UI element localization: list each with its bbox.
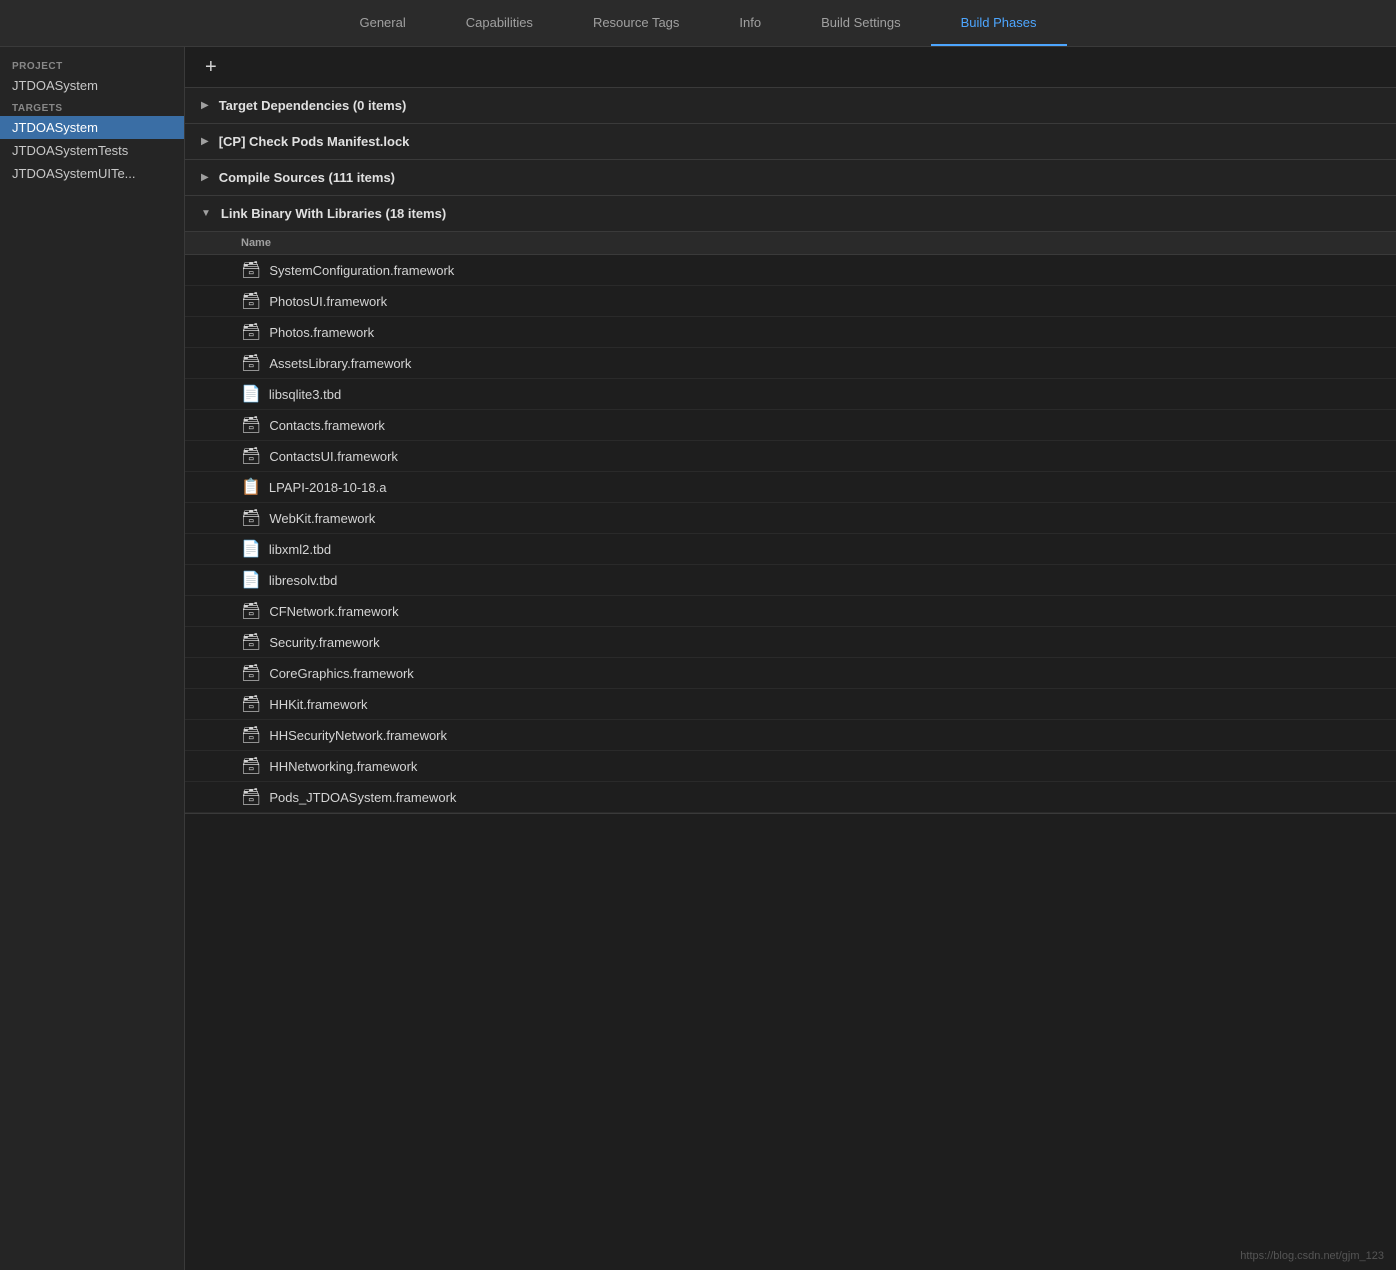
library-table-header: Name — [185, 231, 1396, 255]
library-row[interactable]: 🗃 SystemConfiguration.framework — [185, 255, 1396, 286]
sidebar: PROJECT JTDOASystem TARGETS JTDOASystemJ… — [0, 47, 185, 1270]
sidebar-item-jtdoasystem[interactable]: JTDOASystem — [0, 116, 184, 139]
framework-icon: 🗃 — [241, 725, 261, 745]
phase-section-compile-sources: ▶ Compile Sources (111 items) — [185, 160, 1396, 196]
framework-name: WebKit.framework — [269, 511, 375, 526]
library-row[interactable]: 🗃 HHNetworking.framework — [185, 751, 1396, 782]
framework-name: AssetsLibrary.framework — [269, 356, 411, 371]
tab-build-phases[interactable]: Build Phases — [931, 0, 1067, 46]
framework-name: libxml2.tbd — [269, 542, 331, 557]
library-section: Name 🗃 SystemConfiguration.framework 🗃 Photo… — [185, 231, 1396, 813]
framework-name: Photos.framework — [269, 325, 374, 340]
phase-title-compile-sources: Compile Sources (111 items) — [219, 170, 395, 185]
framework-icon: 🗃 — [241, 601, 261, 621]
tab-capabilities[interactable]: Capabilities — [436, 0, 563, 46]
framework-icon: 🗃 — [241, 353, 261, 373]
framework-icon: 🗃 — [241, 663, 261, 683]
framework-icon: 📄 — [241, 384, 261, 404]
framework-name: LPAPI-2018-10-18.a — [269, 480, 387, 495]
phase-arrow-compile-sources: ▶ — [201, 172, 209, 183]
library-row[interactable]: 🗃 ContactsUI.framework — [185, 441, 1396, 472]
library-row[interactable]: 🗃 HHKit.framework — [185, 689, 1396, 720]
library-row[interactable]: 🗃 CoreGraphics.framework — [185, 658, 1396, 689]
framework-icon: 🗃 — [241, 787, 261, 807]
library-row[interactable]: 🗃 CFNetwork.framework — [185, 596, 1396, 627]
framework-icon: 🗃 — [241, 756, 261, 776]
phase-title-link-binary: Link Binary With Libraries (18 items) — [221, 206, 446, 221]
library-row[interactable]: 🗃 Security.framework — [185, 627, 1396, 658]
framework-icon: 📋 — [241, 477, 261, 497]
framework-icon: 🗃 — [241, 415, 261, 435]
framework-name: HHKit.framework — [269, 697, 367, 712]
phases-container: ▶ Target Dependencies (0 items) ▶ [CP] Chec… — [185, 88, 1396, 814]
phase-section-target-dependencies: ▶ Target Dependencies (0 items) — [185, 88, 1396, 124]
content-area: + ▶ Target Dependencies (0 items) ▶ [CP] Ch… — [185, 47, 1396, 1270]
sidebar-item-jtdoasystemuite---[interactable]: JTDOASystemUITe... — [0, 162, 184, 185]
library-row[interactable]: 🗃 Pods_JTDOASystem.framework — [185, 782, 1396, 813]
framework-icon: 🗃 — [241, 446, 261, 466]
library-row[interactable]: 🗃 AssetsLibrary.framework — [185, 348, 1396, 379]
framework-icon: 📄 — [241, 570, 261, 590]
framework-icon: 🗃 — [241, 508, 261, 528]
project-section-label: PROJECT — [0, 55, 184, 74]
phase-section-link-binary: ▼ Link Binary With Libraries (18 items) Na… — [185, 196, 1396, 814]
framework-name: CFNetwork.framework — [269, 604, 398, 619]
library-row[interactable]: 🗃 Contacts.framework — [185, 410, 1396, 441]
framework-icon: 🗃 — [241, 291, 261, 311]
library-row[interactable]: 🗃 PhotosUI.framework — [185, 286, 1396, 317]
tab-info[interactable]: Info — [709, 0, 791, 46]
framework-icon: 🗃 — [241, 260, 261, 280]
framework-name: ContactsUI.framework — [269, 449, 398, 464]
framework-name: HHNetworking.framework — [269, 759, 417, 774]
phase-section-check-pods: ▶ [CP] Check Pods Manifest.lock — [185, 124, 1396, 160]
framework-name: PhotosUI.framework — [269, 294, 387, 309]
sidebar-item-jtdoasystemtests[interactable]: JTDOASystemTests — [0, 139, 184, 162]
library-row[interactable]: 📄 libsqlite3.tbd — [185, 379, 1396, 410]
library-row[interactable]: 🗃 Photos.framework — [185, 317, 1396, 348]
watermark: https://blog.csdn.net/gjm_123 — [1240, 1250, 1384, 1262]
framework-name: Contacts.framework — [269, 418, 385, 433]
library-row[interactable]: 📋 LPAPI-2018-10-18.a — [185, 472, 1396, 503]
framework-icon: 🗃 — [241, 632, 261, 652]
framework-icon: 🗃 — [241, 322, 261, 342]
add-bar: + — [185, 47, 1396, 88]
framework-name: Pods_JTDOASystem.framework — [269, 790, 456, 805]
add-phase-button[interactable]: + — [201, 57, 221, 77]
framework-name: libresolv.tbd — [269, 573, 337, 588]
framework-name: libsqlite3.tbd — [269, 387, 341, 402]
targets-section-label: TARGETS — [0, 97, 184, 116]
phase-header-target-dependencies[interactable]: ▶ Target Dependencies (0 items) — [185, 88, 1396, 123]
library-row[interactable]: 📄 libxml2.tbd — [185, 534, 1396, 565]
framework-name: HHSecurityNetwork.framework — [269, 728, 447, 743]
phase-header-check-pods[interactable]: ▶ [CP] Check Pods Manifest.lock — [185, 124, 1396, 159]
phase-arrow-check-pods: ▶ — [201, 136, 209, 147]
tab-bar: GeneralCapabilitiesResource TagsInfoBuil… — [0, 0, 1396, 47]
framework-name: CoreGraphics.framework — [269, 666, 414, 681]
phase-arrow-link-binary: ▼ — [201, 208, 211, 219]
sidebar-item-project[interactable]: JTDOASystem — [0, 74, 184, 97]
phase-title-check-pods: [CP] Check Pods Manifest.lock — [219, 134, 410, 149]
phase-arrow-target-dependencies: ▶ — [201, 100, 209, 111]
library-row[interactable]: 📄 libresolv.tbd — [185, 565, 1396, 596]
phase-header-compile-sources[interactable]: ▶ Compile Sources (111 items) — [185, 160, 1396, 195]
framework-name: Security.framework — [269, 635, 379, 650]
framework-icon: 🗃 — [241, 694, 261, 714]
tab-build-settings[interactable]: Build Settings — [791, 0, 931, 46]
library-row[interactable]: 🗃 WebKit.framework — [185, 503, 1396, 534]
tab-general[interactable]: General — [329, 0, 435, 46]
tab-resource-tags[interactable]: Resource Tags — [563, 0, 709, 46]
main-layout: PROJECT JTDOASystem TARGETS JTDOASystemJ… — [0, 47, 1396, 1270]
framework-icon: 📄 — [241, 539, 261, 559]
phase-header-link-binary[interactable]: ▼ Link Binary With Libraries (18 items) — [185, 196, 1396, 231]
library-row[interactable]: 🗃 HHSecurityNetwork.framework — [185, 720, 1396, 751]
framework-name: SystemConfiguration.framework — [269, 263, 454, 278]
phase-title-target-dependencies: Target Dependencies (0 items) — [219, 98, 407, 113]
sidebar-targets-list: JTDOASystemJTDOASystemTestsJTDOASystemUI… — [0, 116, 184, 185]
